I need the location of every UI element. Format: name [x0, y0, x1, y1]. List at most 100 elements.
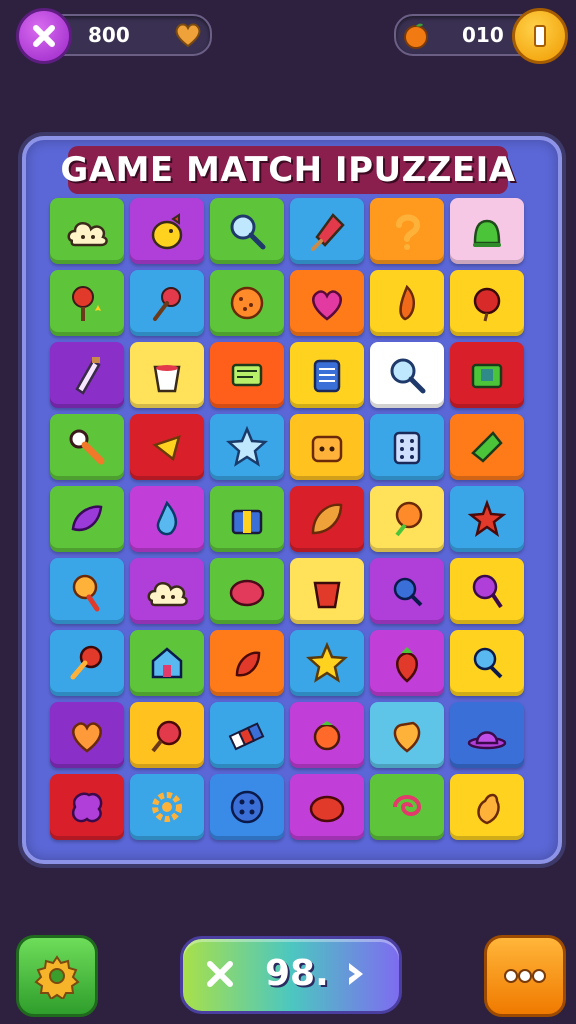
apple-bomb-icon — [151, 720, 182, 753]
tile-red-tree[interactable] — [50, 270, 124, 336]
tile-red-disc[interactable] — [290, 774, 364, 840]
tile-gold-star[interactable] — [290, 630, 364, 696]
cup-icon — [153, 365, 181, 393]
tile-red-star[interactable] — [450, 486, 524, 552]
tile-notepad[interactable] — [290, 342, 364, 408]
orange-fruit-icon — [404, 23, 428, 49]
title-banner: GAME MATCH IPUZZEIA — [60, 146, 515, 194]
tile-cloud[interactable] — [130, 558, 204, 624]
tile-orange-pear[interactable] — [450, 774, 524, 840]
tile-magnifier[interactable] — [210, 198, 284, 264]
tile-grid — [50, 198, 528, 848]
tile-tomato[interactable] — [290, 702, 364, 768]
tile-popsicle[interactable] — [290, 198, 364, 264]
tile-red-amoeba[interactable] — [50, 774, 124, 840]
gold-star-icon — [305, 641, 349, 683]
close-button[interactable] — [16, 8, 72, 64]
tile-rose[interactable] — [130, 270, 204, 336]
lollipop-ring-icon — [70, 645, 103, 680]
gift-box-icon — [231, 509, 263, 535]
cloud-icon — [147, 582, 188, 607]
rose-icon — [153, 287, 181, 321]
tile-lollipop-ring[interactable] — [50, 630, 124, 696]
tile-rainbow-eraser[interactable] — [210, 702, 284, 768]
tile-strawberry[interactable] — [370, 630, 444, 696]
purple-leaf-icon — [71, 505, 103, 532]
tile-heart[interactable] — [290, 270, 364, 336]
tile-apple-bomb[interactable] — [130, 702, 204, 768]
strawberry-icon — [396, 647, 418, 683]
lemon-bird-icon — [151, 213, 183, 250]
tile-green-swirl[interactable] — [370, 774, 444, 840]
tile-money-box[interactable] — [450, 342, 524, 408]
more-options-button[interactable] — [484, 935, 566, 1017]
leaf-flame-icon — [399, 284, 415, 321]
tile-orange-cup[interactable] — [50, 558, 124, 624]
popsicle-icon — [311, 213, 345, 251]
tile-green-balloon[interactable] — [370, 486, 444, 552]
tile-orange-leaf[interactable] — [290, 486, 364, 552]
tomato-icon — [313, 721, 341, 751]
tile-house[interactable] — [130, 630, 204, 696]
tile-orange-heart-jar[interactable] — [370, 702, 444, 768]
tile-red-blob[interactable] — [210, 558, 284, 624]
red-pepper-icon — [235, 651, 261, 677]
heart-icon — [175, 23, 201, 48]
tile-purple-leaf[interactable] — [50, 486, 124, 552]
purple-hat-icon — [467, 731, 507, 750]
more-dots-icon — [504, 969, 546, 983]
tile-key-tool[interactable] — [50, 414, 124, 480]
settings-button[interactable] — [16, 935, 98, 1017]
tile-blue-lens[interactable] — [450, 630, 524, 696]
pause-button[interactable] — [512, 8, 568, 64]
cloud-icon — [67, 222, 108, 247]
tile-red-pepper[interactable] — [210, 630, 284, 696]
bottle-icon — [75, 357, 101, 395]
coins-value: 010 — [462, 23, 504, 47]
heart-icon — [312, 290, 342, 321]
tile-star[interactable] — [210, 414, 284, 480]
tile-gift-box[interactable] — [210, 486, 284, 552]
red-tree-icon — [72, 286, 101, 321]
tile-sun-gear[interactable] — [130, 774, 204, 840]
tile-toaster[interactable] — [290, 414, 364, 480]
red-disc-icon — [309, 795, 345, 823]
tile-red-berry[interactable] — [450, 270, 524, 336]
close-small-icon[interactable] — [205, 959, 235, 989]
move-counter-value: 98. — [265, 953, 329, 994]
tile-green-bell[interactable] — [450, 198, 524, 264]
tile-leaf-kite[interactable] — [450, 414, 524, 480]
tile-blue-button[interactable] — [210, 774, 284, 840]
tile-magnifier[interactable] — [370, 342, 444, 408]
green-box-icon — [231, 363, 263, 387]
tile-blue-knot[interactable] — [370, 558, 444, 624]
blue-drop-icon — [156, 500, 178, 536]
tile-bottle[interactable] — [50, 342, 124, 408]
orange-leaf-icon — [311, 503, 343, 535]
sun-gear-icon — [152, 792, 182, 822]
magnifier-icon — [390, 358, 426, 394]
tile-purple-hat[interactable] — [450, 702, 524, 768]
tile-green-box[interactable] — [210, 342, 284, 408]
blue-knot-icon — [393, 577, 423, 607]
tile-red-cup[interactable] — [290, 558, 364, 624]
move-counter-bar: 98. — [180, 936, 402, 1014]
tile-spinning-top[interactable] — [130, 414, 204, 480]
orange-cup-icon — [72, 574, 100, 612]
orange-heart-icon — [72, 722, 102, 753]
red-berry-icon — [473, 287, 501, 322]
tile-cloud[interactable] — [50, 198, 124, 264]
chevron-right-icon[interactable] — [343, 959, 373, 989]
money-box-icon — [471, 363, 503, 389]
tile-cup[interactable] — [130, 342, 204, 408]
tile-orange-heart[interactable] — [50, 702, 124, 768]
red-cup-icon — [313, 581, 341, 609]
purple-lollipop-icon — [472, 574, 503, 609]
tile-question-swirl[interactable] — [370, 198, 444, 264]
tile-purple-lollipop[interactable] — [450, 558, 524, 624]
tile-blue-drop[interactable] — [130, 486, 204, 552]
tile-orange-cookie[interactable] — [210, 270, 284, 336]
tile-calculator[interactable] — [370, 414, 444, 480]
tile-leaf-flame[interactable] — [370, 270, 444, 336]
tile-lemon-bird[interactable] — [130, 198, 204, 264]
